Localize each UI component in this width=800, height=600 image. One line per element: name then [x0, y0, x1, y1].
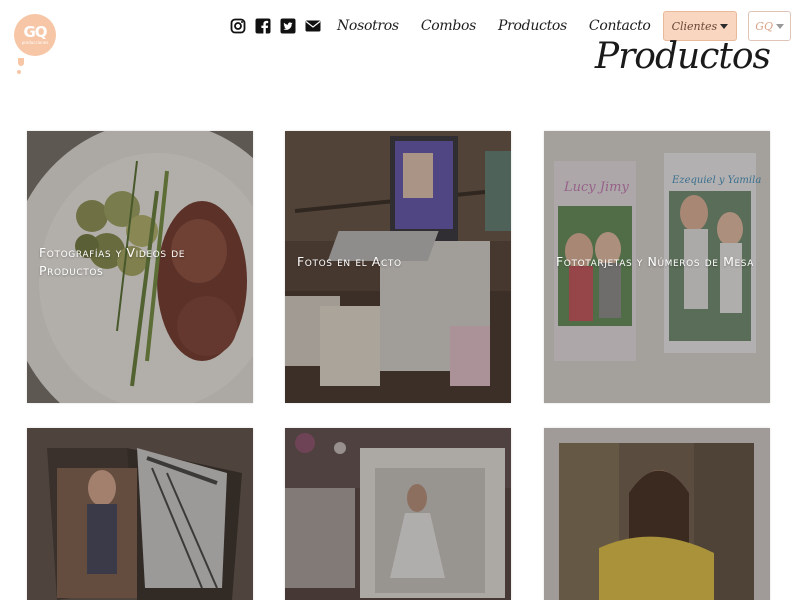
nav-productos[interactable]: Productos [498, 18, 567, 34]
instagram-icon[interactable] [230, 18, 246, 34]
product-photo [544, 428, 770, 600]
nav-combos[interactable]: Combos [421, 18, 477, 34]
nav-nosotros[interactable]: Nosotros [337, 18, 399, 34]
product-card[interactable] [285, 428, 511, 600]
product-card[interactable]: Fotografías y Videos de Productos [27, 131, 253, 403]
facebook-icon[interactable] [255, 18, 271, 34]
product-card[interactable] [27, 428, 253, 600]
product-caption: Fototarjetas y Números de Mesa [556, 253, 755, 269]
logo[interactable]: GQ producciones [14, 14, 56, 74]
product-card[interactable]: Lucy Jimy Ezequiel y Yamila Fototarjetas… [544, 131, 770, 403]
logo-drip-dot [17, 70, 21, 74]
gq-label: GQ [755, 19, 773, 33]
logo-drip [18, 58, 24, 66]
page-title: Productos [594, 36, 771, 77]
caret-down-icon [776, 23, 784, 29]
product-photo [27, 428, 253, 600]
envelope-icon[interactable] [305, 18, 321, 34]
product-card[interactable]: Fotos en el Acto [285, 131, 511, 403]
product-photo [285, 428, 511, 600]
product-card[interactable] [544, 428, 770, 600]
caret-down-icon [720, 23, 729, 29]
social-links [230, 18, 321, 34]
nav-contacto[interactable]: Contacto [589, 18, 651, 34]
product-caption: Fotografías y Videos de Productos [39, 244, 186, 278]
logo-mark: GQ [23, 23, 47, 41]
logo-tagline: producciones [21, 40, 49, 45]
clientes-label: Clientes [671, 19, 718, 33]
twitter-icon[interactable] [280, 18, 296, 34]
product-caption: Fotos en el Acto [297, 253, 402, 269]
